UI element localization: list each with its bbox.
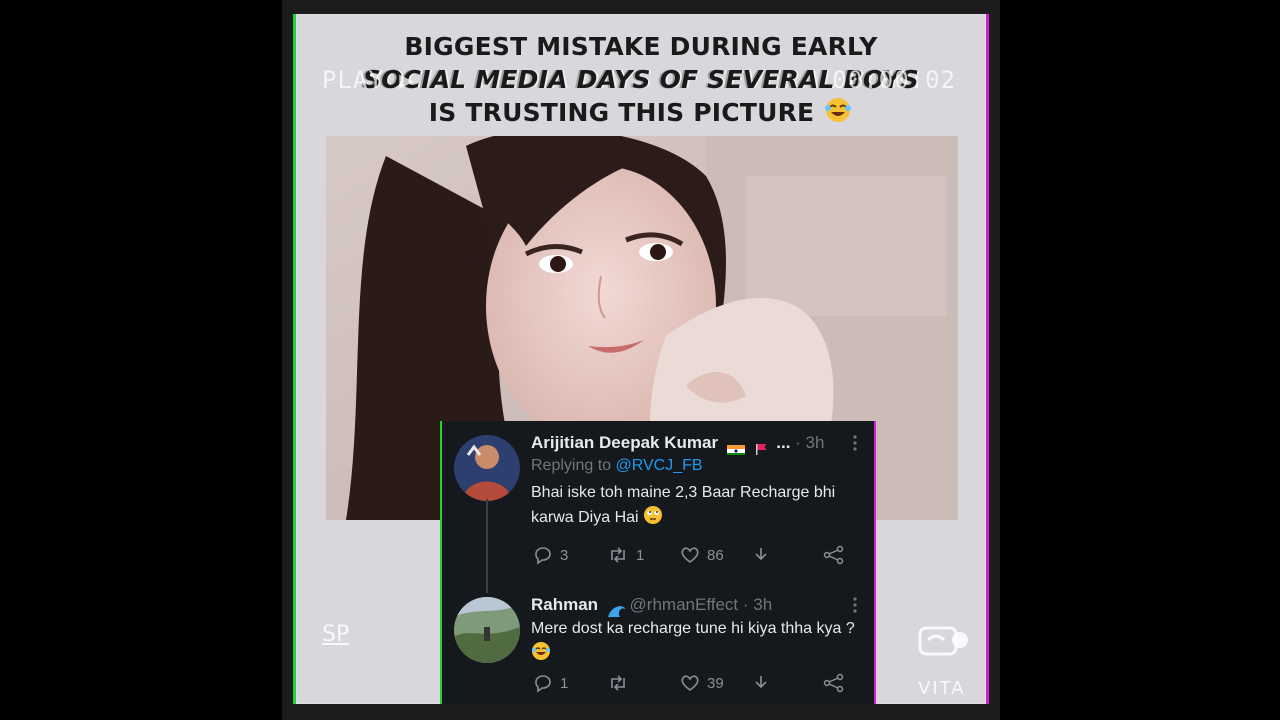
download-button[interactable] xyxy=(751,543,771,567)
tweet-item[interactable]: Rahman @rhmanEffect · 3h Mere dost ka re… xyxy=(442,589,874,704)
wave-emoji-icon xyxy=(607,600,626,617)
tweet-author-name-suffix: ... xyxy=(776,433,791,452)
letterbox-right xyxy=(1000,0,1280,720)
avatar[interactable] xyxy=(454,597,520,663)
download-icon xyxy=(751,673,771,693)
thread-line xyxy=(486,499,488,593)
reply-button[interactable]: 1 xyxy=(533,671,568,695)
avatar[interactable] xyxy=(454,435,520,501)
like-button[interactable]: 39 xyxy=(680,671,724,695)
more-options-icon[interactable] xyxy=(852,435,858,451)
share-button[interactable] xyxy=(823,671,845,695)
reply-icon xyxy=(533,545,553,565)
replying-to: Replying to @RVCJ_FB xyxy=(531,455,861,477)
tweet-author-handle[interactable]: @rhmanEffect xyxy=(630,595,739,614)
tweet-author-name[interactable]: Rahman xyxy=(531,595,598,614)
laughing-emoji-icon xyxy=(823,96,853,132)
heart-icon xyxy=(680,545,700,565)
download-button[interactable] xyxy=(751,671,771,695)
replying-to-label: Replying to xyxy=(531,457,612,474)
like-count: 86 xyxy=(707,546,724,564)
retweet-button[interactable]: 1 xyxy=(607,543,644,567)
replying-to-handle[interactable]: @RVCJ_FB xyxy=(616,457,703,474)
vita-logo-icon xyxy=(916,622,972,662)
retweet-icon xyxy=(607,545,629,565)
tweet-author-name[interactable]: Arijitian Deepak Kumar xyxy=(531,433,718,452)
tweet-time[interactable]: · 3h xyxy=(795,433,824,452)
tweet-item[interactable]: Arijitian Deepak Kumar ... · 3h Replying… xyxy=(442,427,874,593)
sp-watermark: SP xyxy=(322,622,350,647)
download-icon xyxy=(751,545,771,565)
letterbox-left xyxy=(0,0,282,720)
headline-line-3: IS TRUSTING THIS PICTURE xyxy=(296,96,986,132)
heart-icon xyxy=(680,673,700,693)
like-button[interactable]: 86 xyxy=(680,543,724,567)
vita-watermark: VITA xyxy=(918,678,966,699)
tweet-actions: 3 1 86 xyxy=(531,543,861,567)
retweet-button[interactable] xyxy=(607,671,636,695)
share-button[interactable] xyxy=(823,543,845,567)
vhs-timecode: 00:00:02 xyxy=(832,66,956,94)
share-icon xyxy=(823,673,845,693)
vhs-play-indicator: PLAY ▶ xyxy=(322,66,415,94)
like-count: 39 xyxy=(707,674,724,692)
reply-count: 3 xyxy=(560,546,569,564)
reply-button[interactable]: 3 xyxy=(533,543,568,567)
retweet-count: 1 xyxy=(636,546,645,564)
share-icon xyxy=(823,545,845,565)
tweet-text: Bhai iske toh maine 2,3 Baar Recharge bh… xyxy=(531,481,861,533)
tweet-time[interactable]: · 3h xyxy=(743,595,772,614)
reply-icon xyxy=(533,673,553,693)
headline-line-1: BIGGEST MISTAKE DURING EARLY xyxy=(404,32,878,61)
india-flag-icon xyxy=(726,438,745,455)
red-flag-icon xyxy=(754,438,772,455)
retweet-icon xyxy=(607,673,629,693)
more-options-icon[interactable] xyxy=(852,597,858,613)
reply-count: 1 xyxy=(560,674,569,692)
tears-of-joy-emoji-icon xyxy=(531,641,551,669)
tweet-thread-card: Arijitian Deepak Kumar ... · 3h Replying… xyxy=(442,421,874,704)
tweet-text: Mere dost ka recharge tune hi kiya thha … xyxy=(531,617,861,669)
tweet-actions: 1 39 xyxy=(531,671,861,695)
rolling-eyes-emoji-icon xyxy=(643,505,663,533)
